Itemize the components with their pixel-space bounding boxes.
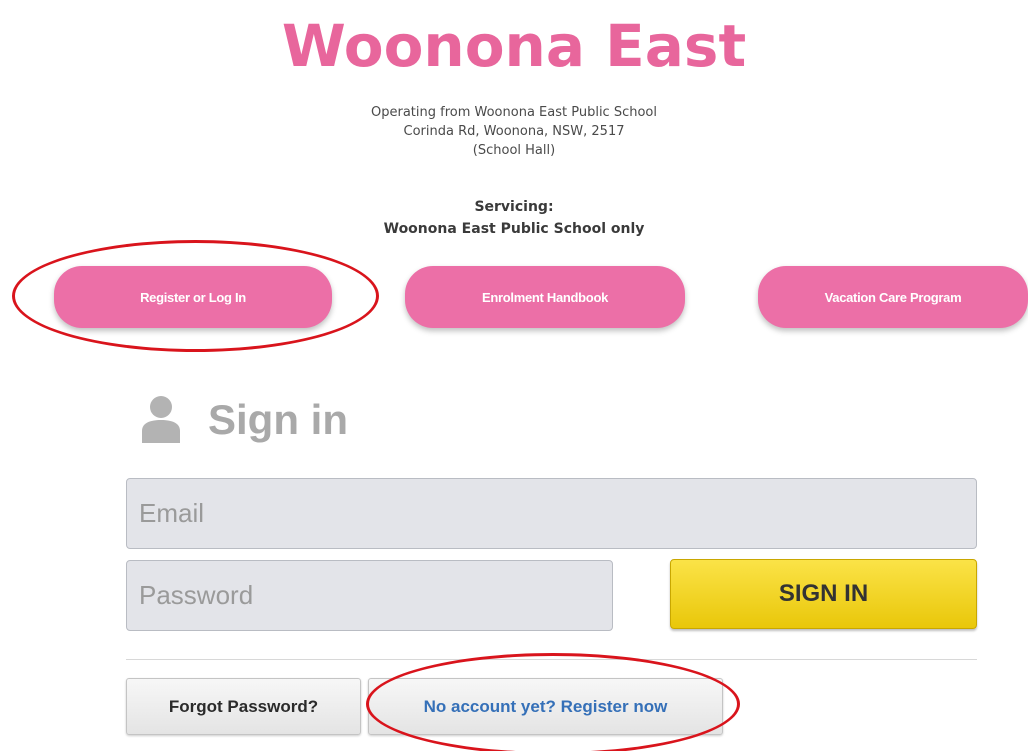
address-line-1: Operating from Woonona East Public Schoo…	[371, 105, 657, 120]
servicing-value: Woonona East Public School only	[383, 221, 645, 237]
forgot-password-button[interactable]: Forgot Password?	[126, 678, 361, 735]
enrolment-handbook-button[interactable]: Enrolment Handbook	[405, 266, 685, 328]
register-now-button[interactable]: No account yet? Register now	[368, 678, 723, 735]
vacation-care-program-button[interactable]: Vacation Care Program	[758, 266, 1028, 328]
address-line-2: Corinda Rd, Woonona, NSW, 2517	[403, 124, 625, 139]
address-block: Operating from Woonona East Public Schoo…	[0, 103, 1028, 160]
signin-title: Sign in	[208, 396, 348, 443]
sign-in-button[interactable]: SIGN IN	[670, 559, 977, 629]
divider	[126, 659, 977, 660]
register-or-login-button[interactable]: Register or Log In	[54, 266, 332, 328]
signin-heading: Sign in	[140, 388, 348, 452]
password-field[interactable]	[126, 560, 613, 631]
servicing-label: Servicing:	[474, 199, 554, 215]
address-line-3: (School Hall)	[472, 143, 556, 158]
site-title: Woonona East	[281, 12, 747, 80]
servicing-block: Servicing: Woonona East Public School on…	[0, 196, 1028, 240]
email-field[interactable]	[126, 478, 977, 549]
user-icon	[142, 396, 180, 443]
